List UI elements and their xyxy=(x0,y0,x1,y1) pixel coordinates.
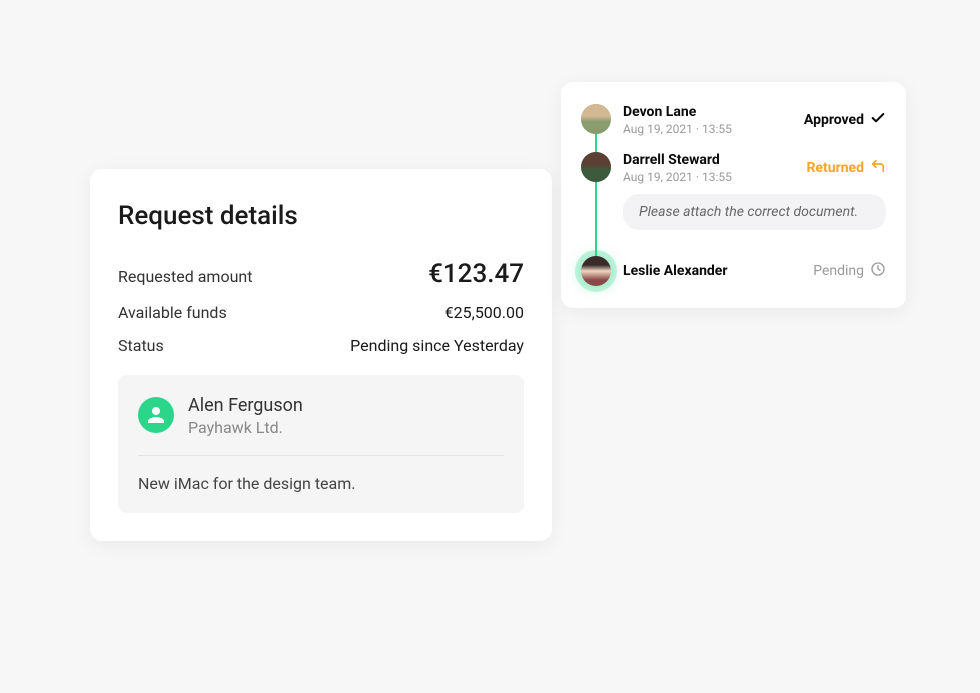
timeline-item: Leslie Alexander Pending xyxy=(581,256,886,286)
status-text: Approved xyxy=(804,112,864,128)
requested-amount-row: Requested amount €123.47 xyxy=(118,259,524,289)
avatar xyxy=(581,104,611,134)
status-row: Status Pending since Yesterday xyxy=(118,336,524,355)
avatar xyxy=(581,152,611,182)
approver-name: Darrell Steward xyxy=(623,152,732,168)
timeline-comment: Please attach the correct document. xyxy=(623,194,886,230)
status-badge-pending: Pending xyxy=(813,261,886,281)
approval-timeline-card: Devon Lane Aug 19, 2021 · 13:55 Approved… xyxy=(561,82,906,308)
status-badge-returned: Returned xyxy=(806,158,886,178)
requester-avatar-icon xyxy=(138,397,174,433)
approver-name: Leslie Alexander xyxy=(623,263,727,279)
check-icon xyxy=(870,110,886,130)
page-title: Request details xyxy=(118,201,524,231)
clock-icon xyxy=(870,261,886,281)
timeline-item: Devon Lane Aug 19, 2021 · 13:55 Approved xyxy=(581,104,886,136)
status-text: Returned xyxy=(806,160,864,176)
status-value: Pending since Yesterday xyxy=(350,336,524,355)
avatar xyxy=(581,256,611,286)
timeline-item-body: Devon Lane Aug 19, 2021 · 13:55 Approved xyxy=(623,104,886,136)
available-funds-label: Available funds xyxy=(118,303,227,322)
requested-amount-label: Requested amount xyxy=(118,267,252,286)
timeline-item: Darrell Steward Aug 19, 2021 · 13:55 Ret… xyxy=(581,152,886,244)
timeline-item-body: Leslie Alexander Pending xyxy=(623,256,886,286)
requester-company: Payhawk Ltd. xyxy=(188,418,303,437)
requested-amount-value: €123.47 xyxy=(428,259,524,289)
approval-date: Aug 19, 2021 · 13:55 xyxy=(623,170,732,184)
requester-box: Alen Ferguson Payhawk Ltd. New iMac for … xyxy=(118,375,524,513)
available-funds-row: Available funds €25,500.00 xyxy=(118,303,524,322)
status-text: Pending xyxy=(813,263,864,279)
requester-name: Alen Ferguson xyxy=(188,395,303,416)
return-icon xyxy=(870,158,886,178)
available-funds-value: €25,500.00 xyxy=(445,303,524,322)
status-label: Status xyxy=(118,336,164,355)
request-details-card: Request details Requested amount €123.47… xyxy=(90,169,552,541)
request-note: New iMac for the design team. xyxy=(138,474,504,493)
approval-date: Aug 19, 2021 · 13:55 xyxy=(623,122,732,136)
requester-info: Alen Ferguson Payhawk Ltd. xyxy=(188,395,303,437)
requester-header: Alen Ferguson Payhawk Ltd. xyxy=(138,395,504,456)
timeline-item-body: Darrell Steward Aug 19, 2021 · 13:55 Ret… xyxy=(623,152,886,244)
status-badge-approved: Approved xyxy=(804,110,886,130)
approver-name: Devon Lane xyxy=(623,104,732,120)
